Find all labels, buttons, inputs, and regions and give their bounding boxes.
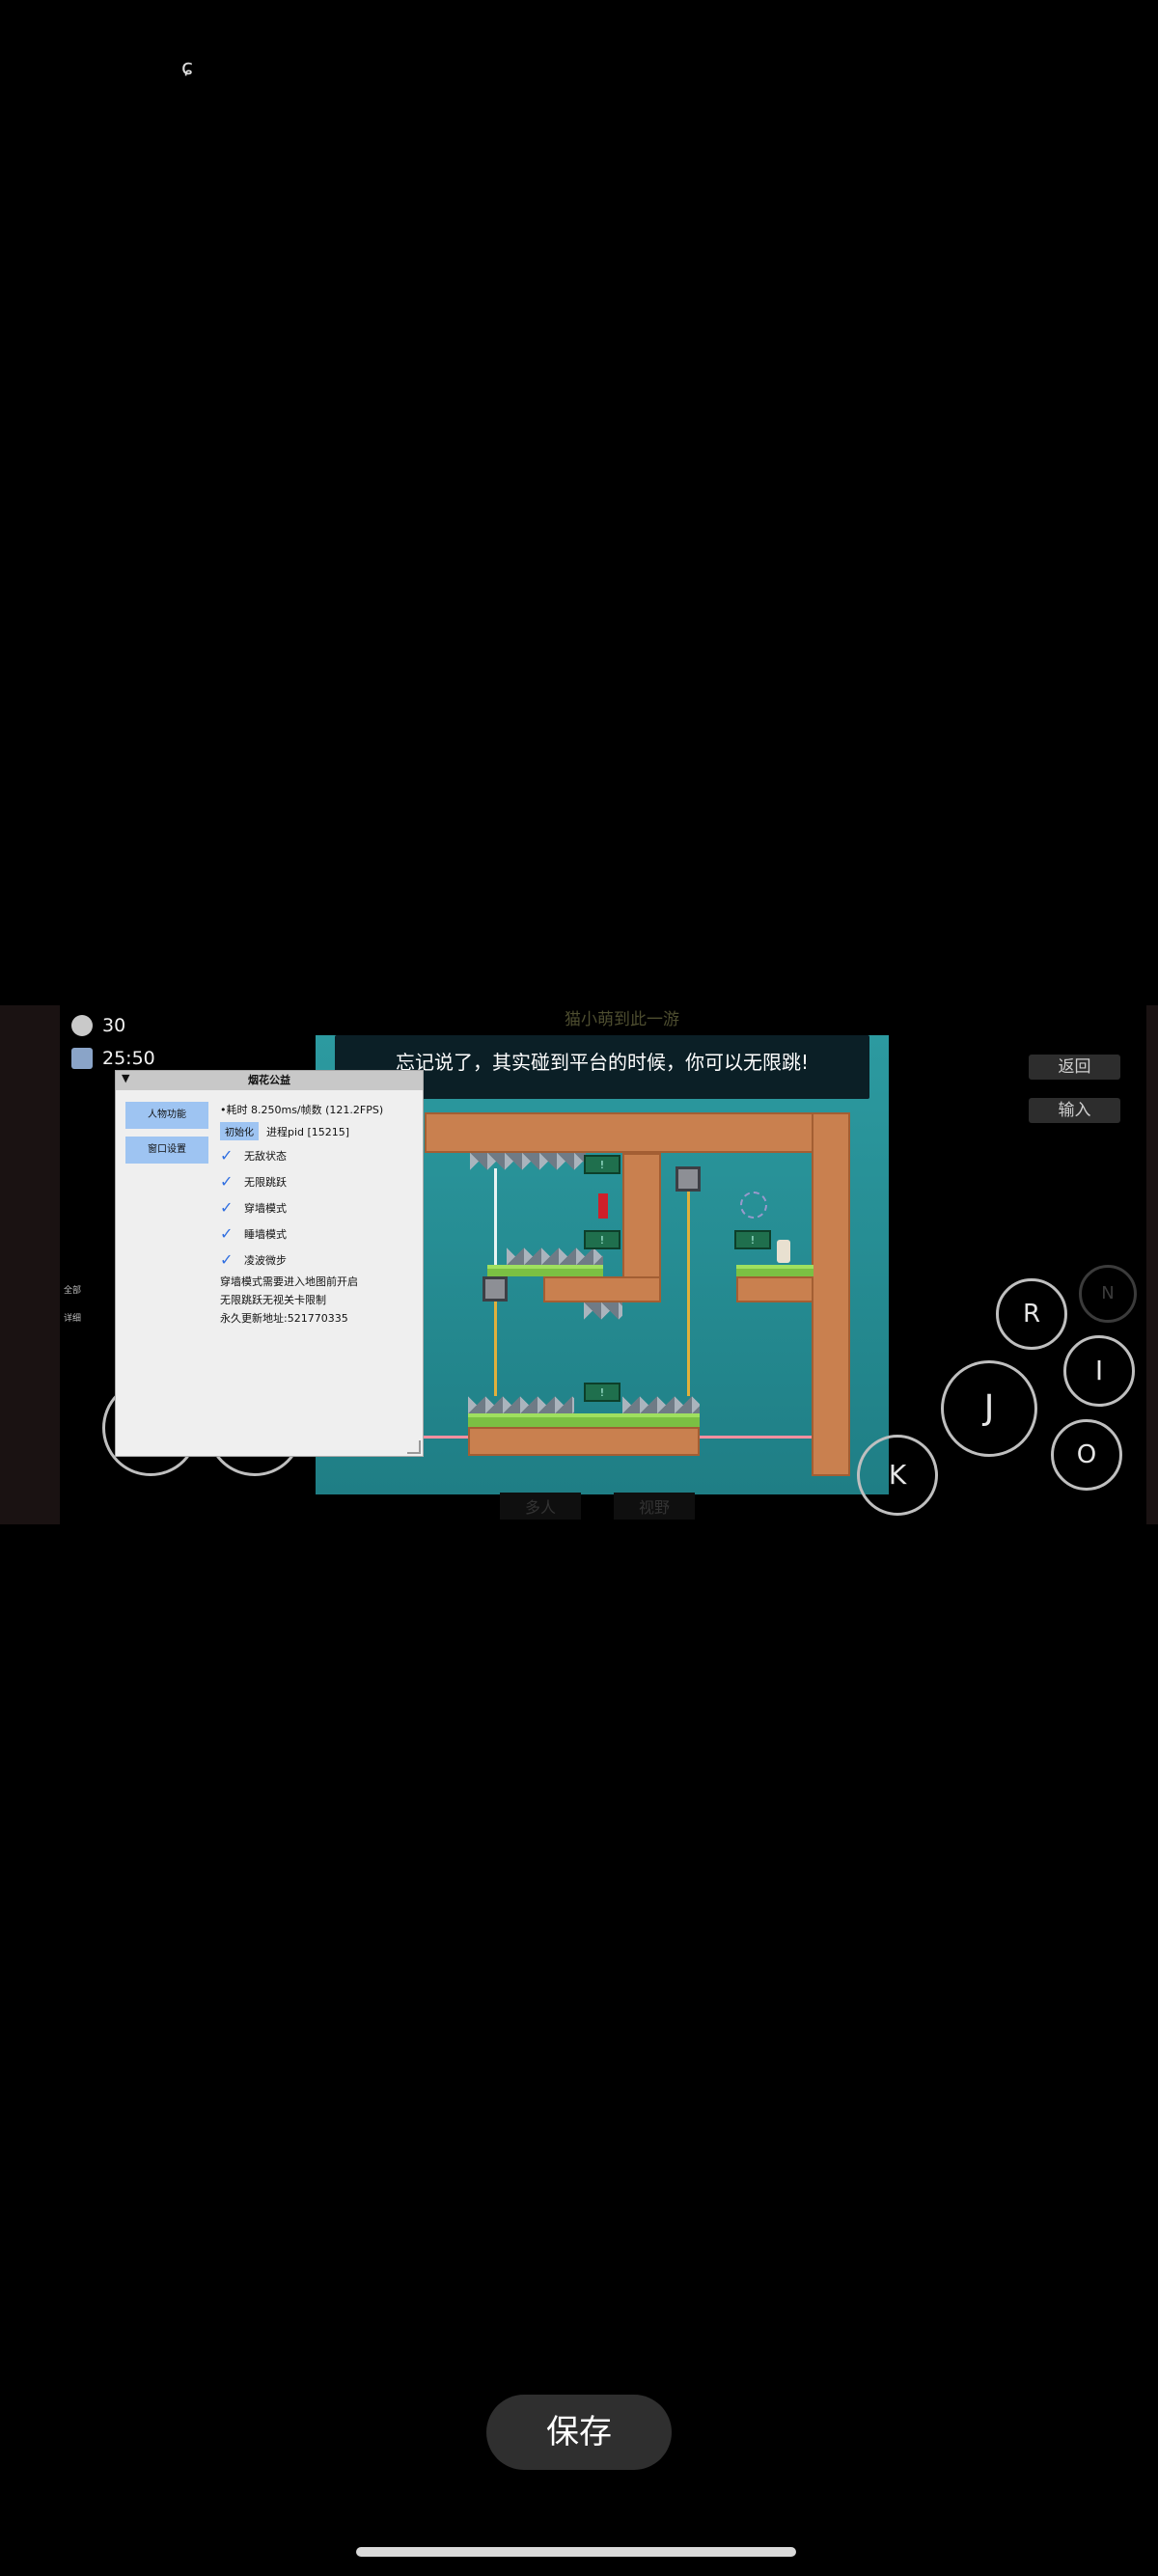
option-label: 凌波微步: [244, 1254, 287, 1267]
option-label: 穿墙模式: [244, 1202, 287, 1215]
ledge-spikes: [507, 1247, 603, 1265]
multiplayer-button[interactable]: 多人: [500, 1493, 582, 1520]
hint-sign: !: [734, 1230, 771, 1249]
skull-icon: [71, 1015, 93, 1036]
checkmark-icon[interactable]: ✓: [220, 1226, 235, 1242]
control-k-button[interactable]: K: [857, 1435, 938, 1516]
init-button[interactable]: 初始化: [220, 1122, 259, 1140]
death-counter: 30: [71, 1015, 125, 1036]
moving-platform-rail: [687, 1170, 690, 1396]
hint-sign: !: [584, 1230, 620, 1249]
timer: 25:50: [71, 1048, 155, 1069]
option-label: 睡墙模式: [244, 1228, 287, 1241]
checkmark-icon[interactable]: ✓: [220, 1200, 235, 1216]
dirt-right-ledge: [736, 1276, 813, 1302]
option-label: 无敌状态: [244, 1150, 287, 1163]
option-list: ✓ 无敌状态 ✓ 无限跳跃 ✓ 穿墙模式 ✓ 睡墙模式 ✓ 凌波微步: [220, 1147, 287, 1269]
option-infinite-jump[interactable]: ✓ 无限跳跃: [220, 1173, 287, 1191]
death-count: 30: [102, 1015, 126, 1036]
floor-spikes-left: [468, 1396, 574, 1413]
control-n-button[interactable]: N: [1079, 1265, 1137, 1323]
hanging-spikes: [584, 1302, 622, 1320]
hint-sign: !: [584, 1155, 620, 1174]
moving-crate: [482, 1276, 508, 1302]
panel-title[interactable]: 烟花公益: [116, 1071, 423, 1090]
side-label-all[interactable]: 全部: [64, 1283, 81, 1296]
control-j-button[interactable]: J: [941, 1360, 1037, 1457]
grass-floor: [468, 1413, 700, 1427]
view-button[interactable]: 视野: [614, 1493, 696, 1520]
laser-right: [700, 1436, 812, 1439]
grass-ledge-right: [736, 1265, 813, 1276]
tab-character-functions[interactable]: 人物功能: [125, 1102, 208, 1129]
cheat-panel[interactable]: 烟花公益 ▼ 人物功能 窗口设置 •耗时 8.250ms/帧数 (121.2FP…: [116, 1071, 423, 1456]
option-wall-mode[interactable]: ✓ 睡墙模式: [220, 1225, 287, 1243]
control-i-button[interactable]: I: [1063, 1335, 1135, 1407]
side-label-detail[interactable]: 详细: [64, 1311, 81, 1324]
collapse-icon[interactable]: ▼: [122, 1072, 129, 1084]
tab-window-settings[interactable]: 窗口设置: [125, 1137, 208, 1164]
warp-portal: [740, 1192, 767, 1219]
panel-note: 穿墙模式需要进入地图前开启: [220, 1275, 358, 1288]
left-edge-panel: [0, 1005, 60, 1524]
checkmark-icon[interactable]: ✓: [220, 1252, 235, 1268]
init-row: 初始化 进程pid [15215]: [220, 1122, 349, 1140]
option-noclip[interactable]: ✓ 穿墙模式: [220, 1199, 287, 1217]
dirt-ceiling: [425, 1112, 849, 1153]
option-invincible[interactable]: ✓ 无敌状态: [220, 1147, 287, 1165]
back-button[interactable]: 返回: [1029, 1055, 1120, 1080]
timer-value: 25:50: [102, 1048, 155, 1069]
control-o-button[interactable]: O: [1051, 1419, 1122, 1491]
home-indicator[interactable]: [356, 2547, 796, 2557]
option-label: 无限跳跃: [244, 1176, 287, 1189]
pid-readout: 进程pid [15215]: [266, 1125, 350, 1138]
hourglass-icon: [71, 1048, 93, 1069]
checkmark-icon[interactable]: ✓: [220, 1148, 235, 1164]
floor-spikes-right: [622, 1396, 700, 1413]
panel-note: 无限跳跃无视关卡限制: [220, 1294, 326, 1306]
save-button[interactable]: 保存: [486, 2395, 672, 2470]
fps-readout: •耗时 8.250ms/帧数 (121.2FPS): [220, 1104, 384, 1116]
red-switch: [598, 1193, 608, 1219]
laser-left: [422, 1436, 468, 1439]
input-button[interactable]: 输入: [1029, 1098, 1120, 1123]
grass-ledge-left: [487, 1265, 603, 1276]
right-edge-panel: [1146, 1005, 1158, 1524]
option-speed[interactable]: ✓ 凌波微步: [220, 1251, 287, 1269]
control-r-button[interactable]: R: [996, 1278, 1067, 1350]
status-icon: ɕ: [181, 56, 194, 80]
dirt-under-ledge: [543, 1276, 661, 1302]
moving-crate: [676, 1166, 701, 1192]
hint-sign: !: [584, 1383, 620, 1402]
panel-note: 永久更新地址:521770335: [220, 1312, 348, 1325]
dirt-floor: [468, 1427, 700, 1456]
game-title: 猫小萌到此一游: [565, 1010, 679, 1029]
resize-handle[interactable]: [407, 1440, 421, 1454]
dirt-right-wall: [812, 1112, 850, 1476]
light-beam: [494, 1168, 497, 1265]
player-character: [777, 1240, 790, 1263]
ceiling-spikes: [470, 1153, 586, 1170]
checkmark-icon[interactable]: ✓: [220, 1174, 235, 1190]
